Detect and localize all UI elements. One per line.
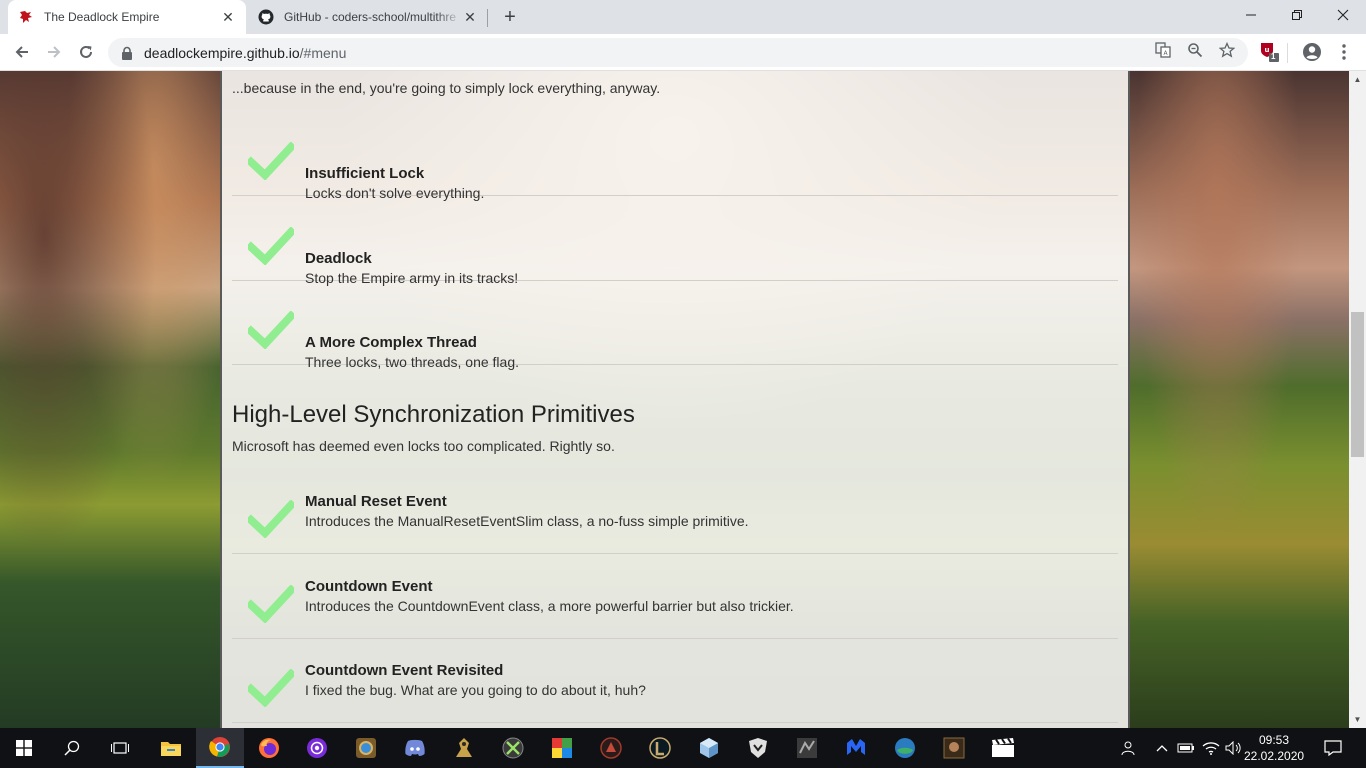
forward-arrow-icon[interactable] <box>40 38 68 66</box>
close-tab-icon[interactable]: ✕ <box>462 9 478 25</box>
battery-icon[interactable] <box>1176 728 1196 768</box>
tab-github[interactable]: GitHub - coders-school/multithre ✕ <box>248 0 488 34</box>
windows-start-icon[interactable] <box>0 728 48 768</box>
close-window-icon[interactable] <box>1320 0 1366 30</box>
new-tab-plus-icon[interactable]: + <box>498 5 522 29</box>
url-text: deadlockempire.github.io/#menu <box>144 45 346 61</box>
svg-text:u: u <box>1265 46 1270 54</box>
forest-background-right <box>1130 71 1349 728</box>
section-title: High-Level Synchronization Primitives <box>232 401 635 428</box>
level-description: Introduces the ManualResetEventSlim clas… <box>305 513 749 529</box>
scroll-down-arrow-icon[interactable]: ▼ <box>1349 711 1366 728</box>
address-bar[interactable]: deadlockempire.github.io/#menu <box>108 38 1248 67</box>
forest-background-left <box>0 71 220 728</box>
malwarebytes-icon[interactable] <box>832 728 880 768</box>
extension-shield-icon[interactable]: u 1 <box>1257 40 1281 64</box>
tab-separator <box>487 9 488 27</box>
minimize-icon[interactable] <box>1228 0 1274 30</box>
level-item[interactable]: Insufficient Lock Locks don't solve ever… <box>232 112 1118 201</box>
translate-icon[interactable]: A <box>1153 40 1173 60</box>
scroll-up-arrow-icon[interactable]: ▲ <box>1349 71 1366 88</box>
url-host: deadlockempire.github.io <box>144 44 300 61</box>
bookmark-star-icon[interactable] <box>1217 40 1237 60</box>
system-clock[interactable]: 09:53 22.02.2020 <box>1244 732 1304 764</box>
minecraft-icon[interactable] <box>538 728 586 768</box>
game-warrior-icon[interactable] <box>930 728 978 768</box>
firefox-icon[interactable] <box>245 728 293 768</box>
wifi-icon[interactable] <box>1201 728 1221 768</box>
level-description: Three locks, two threads, one flag. <box>305 354 519 370</box>
level-name: Countdown Event <box>305 578 433 595</box>
completed-check-icon <box>248 585 294 623</box>
lock-icon <box>122 46 132 60</box>
section-description: Microsoft has deemed even locks too comp… <box>232 438 615 454</box>
tab-title: The Deadlock Empire <box>44 10 160 24</box>
completed-check-icon <box>248 227 294 265</box>
dragon-favicon-icon <box>20 11 32 23</box>
tab-deadlock-empire[interactable]: The Deadlock Empire ✕ <box>8 0 246 34</box>
zoom-icon[interactable] <box>1185 40 1205 60</box>
restore-icon[interactable] <box>1274 0 1320 30</box>
discord-icon[interactable] <box>391 728 439 768</box>
tab-title: GitHub - coders-school/multithre <box>284 10 457 24</box>
github-icon <box>258 9 274 25</box>
page-viewport: ...because in the end, you're going to s… <box>0 71 1349 728</box>
profile-avatar-icon[interactable] <box>1300 40 1324 64</box>
cube-app-icon[interactable] <box>685 728 733 768</box>
game-knight-icon[interactable] <box>440 728 488 768</box>
level-name: Deadlock <box>305 250 372 267</box>
chrome-icon[interactable] <box>196 728 244 768</box>
tab-strip: The Deadlock Empire ✕ GitHub - coders-sc… <box>0 0 1366 34</box>
league-of-legends-icon[interactable] <box>636 728 684 768</box>
game-emblem-icon[interactable] <box>734 728 782 768</box>
scroll-thumb[interactable] <box>1351 312 1364 457</box>
completed-check-icon <box>248 311 294 349</box>
game-dragon-icon[interactable] <box>587 728 635 768</box>
level-item[interactable]: Manual Reset Event Introduces the Manual… <box>232 470 1118 554</box>
people-icon[interactable] <box>1116 728 1138 768</box>
page-scrollbar[interactable]: ▲ ▼ <box>1349 71 1366 728</box>
file-explorer-icon[interactable] <box>147 728 195 768</box>
podcast-app-icon[interactable] <box>293 728 341 768</box>
level-menu-panel: ...because in the end, you're going to s… <box>220 71 1130 728</box>
clock-time: 09:53 <box>1258 733 1290 747</box>
level-name: Insufficient Lock <box>305 165 425 182</box>
game-launcher-icon[interactable] <box>342 728 390 768</box>
notification-center-icon[interactable] <box>1320 728 1346 768</box>
browser-toolbar: deadlockempire.github.io/#menu A u 1 <box>0 34 1366 71</box>
video-editor-icon[interactable] <box>979 728 1027 768</box>
reload-icon[interactable] <box>72 38 100 66</box>
xbox-icon[interactable] <box>489 728 537 768</box>
level-item[interactable]: Countdown Event Revisited I fixed the bu… <box>232 639 1118 723</box>
tray-chevron-up-icon[interactable] <box>1153 728 1171 768</box>
completed-check-icon <box>248 500 294 538</box>
menu-kebab-icon[interactable] <box>1332 40 1356 64</box>
search-icon[interactable] <box>48 728 96 768</box>
globe-app-icon[interactable] <box>881 728 929 768</box>
back-arrow-icon[interactable] <box>8 38 36 66</box>
close-tab-icon[interactable]: ✕ <box>220 9 236 25</box>
toolbar-separator <box>1287 43 1288 63</box>
level-item[interactable]: Countdown Event Introduces the Countdown… <box>232 555 1118 639</box>
url-path: /#menu <box>299 44 347 61</box>
extension-badge: 1 <box>1271 52 1276 61</box>
level-name: A More Complex Thread <box>305 334 477 351</box>
level-item[interactable]: A More Complex Thread Three locks, two t… <box>232 281 1118 370</box>
completed-check-icon <box>248 669 294 707</box>
windows-taskbar: 09:53 22.02.2020 <box>0 728 1366 768</box>
clock-date: 22.02.2020 <box>1244 749 1305 763</box>
section-intro-text: ...because in the end, you're going to s… <box>232 80 661 96</box>
level-name: Countdown Event Revisited <box>305 662 504 679</box>
level-description: I fixed the bug. What are you going to d… <box>305 682 646 698</box>
level-item[interactable]: Deadlock Stop the Empire army in its tra… <box>232 197 1118 286</box>
completed-check-icon <box>248 142 294 180</box>
level-description: Introduces the CountdownEvent class, a m… <box>305 598 794 614</box>
level-name: Manual Reset Event <box>305 493 447 510</box>
task-view-icon[interactable] <box>96 728 144 768</box>
game-dark-icon[interactable] <box>783 728 831 768</box>
volume-icon[interactable] <box>1224 728 1244 768</box>
